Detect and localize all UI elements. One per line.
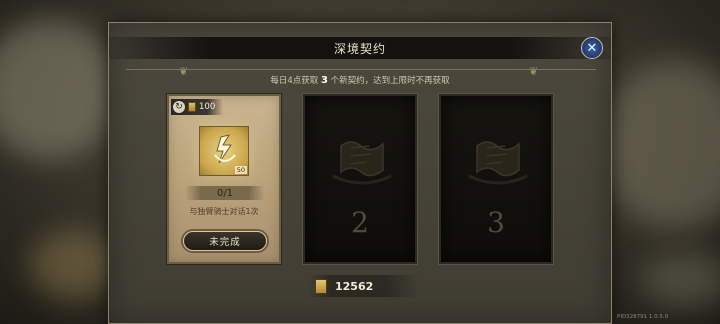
task-progress: 0/1 xyxy=(216,187,234,199)
contract-card-3[interactable]: 3 xyxy=(439,94,553,264)
task-description: 与独臂骑士对话1次 xyxy=(189,207,259,216)
close-icon: ✕ xyxy=(586,40,598,56)
contract-currency: 12562 xyxy=(309,275,419,297)
dialog-subtitle: 每日4点获取 3 个新契约，达到上限时不再获取 xyxy=(270,75,450,86)
dialog-titlebar: 深境契约 xyxy=(109,37,611,59)
close-button[interactable]: ✕ xyxy=(581,37,603,59)
dialog-title: 深境契约 xyxy=(333,41,386,56)
refresh-icon: ↻ xyxy=(173,101,185,113)
background-blur xyxy=(30,230,120,300)
progress-band: 0/1 xyxy=(185,186,265,200)
contract-glyph-icon xyxy=(214,134,236,164)
incomplete-button[interactable]: 未完成 xyxy=(183,231,267,251)
version-label: PID328791 1.0.5.0 xyxy=(617,314,669,320)
background-blur xyxy=(640,250,720,310)
refresh-cost-tag[interactable]: ↻ 100 xyxy=(171,99,223,115)
reward-count: 50 xyxy=(234,166,247,174)
refresh-cost: 100 xyxy=(199,102,216,112)
reward-item[interactable]: 50 xyxy=(199,126,249,176)
contract-count: 3 xyxy=(320,75,328,86)
slot-number: 3 xyxy=(487,206,505,239)
background-blur xyxy=(0,20,120,160)
scroll-emblem-icon xyxy=(468,141,528,185)
scroll-emblem-icon xyxy=(332,141,392,185)
background-blur xyxy=(600,60,720,230)
slot-number: 2 xyxy=(351,206,369,239)
contract-dialog: 深境契约 ✕ ❦ ❦ 每日4点获取 3 个新契约，达到上限时不再获取 ↻ 100… xyxy=(108,22,612,324)
scroll-icon xyxy=(315,278,327,294)
scroll-icon xyxy=(188,102,196,112)
contract-card-2[interactable]: 2 xyxy=(303,94,417,264)
currency-value: 12562 xyxy=(335,279,374,293)
contract-card-1[interactable]: ↻ 100 50 0/1 与独臂骑士对话1次 未完成 xyxy=(167,94,281,264)
